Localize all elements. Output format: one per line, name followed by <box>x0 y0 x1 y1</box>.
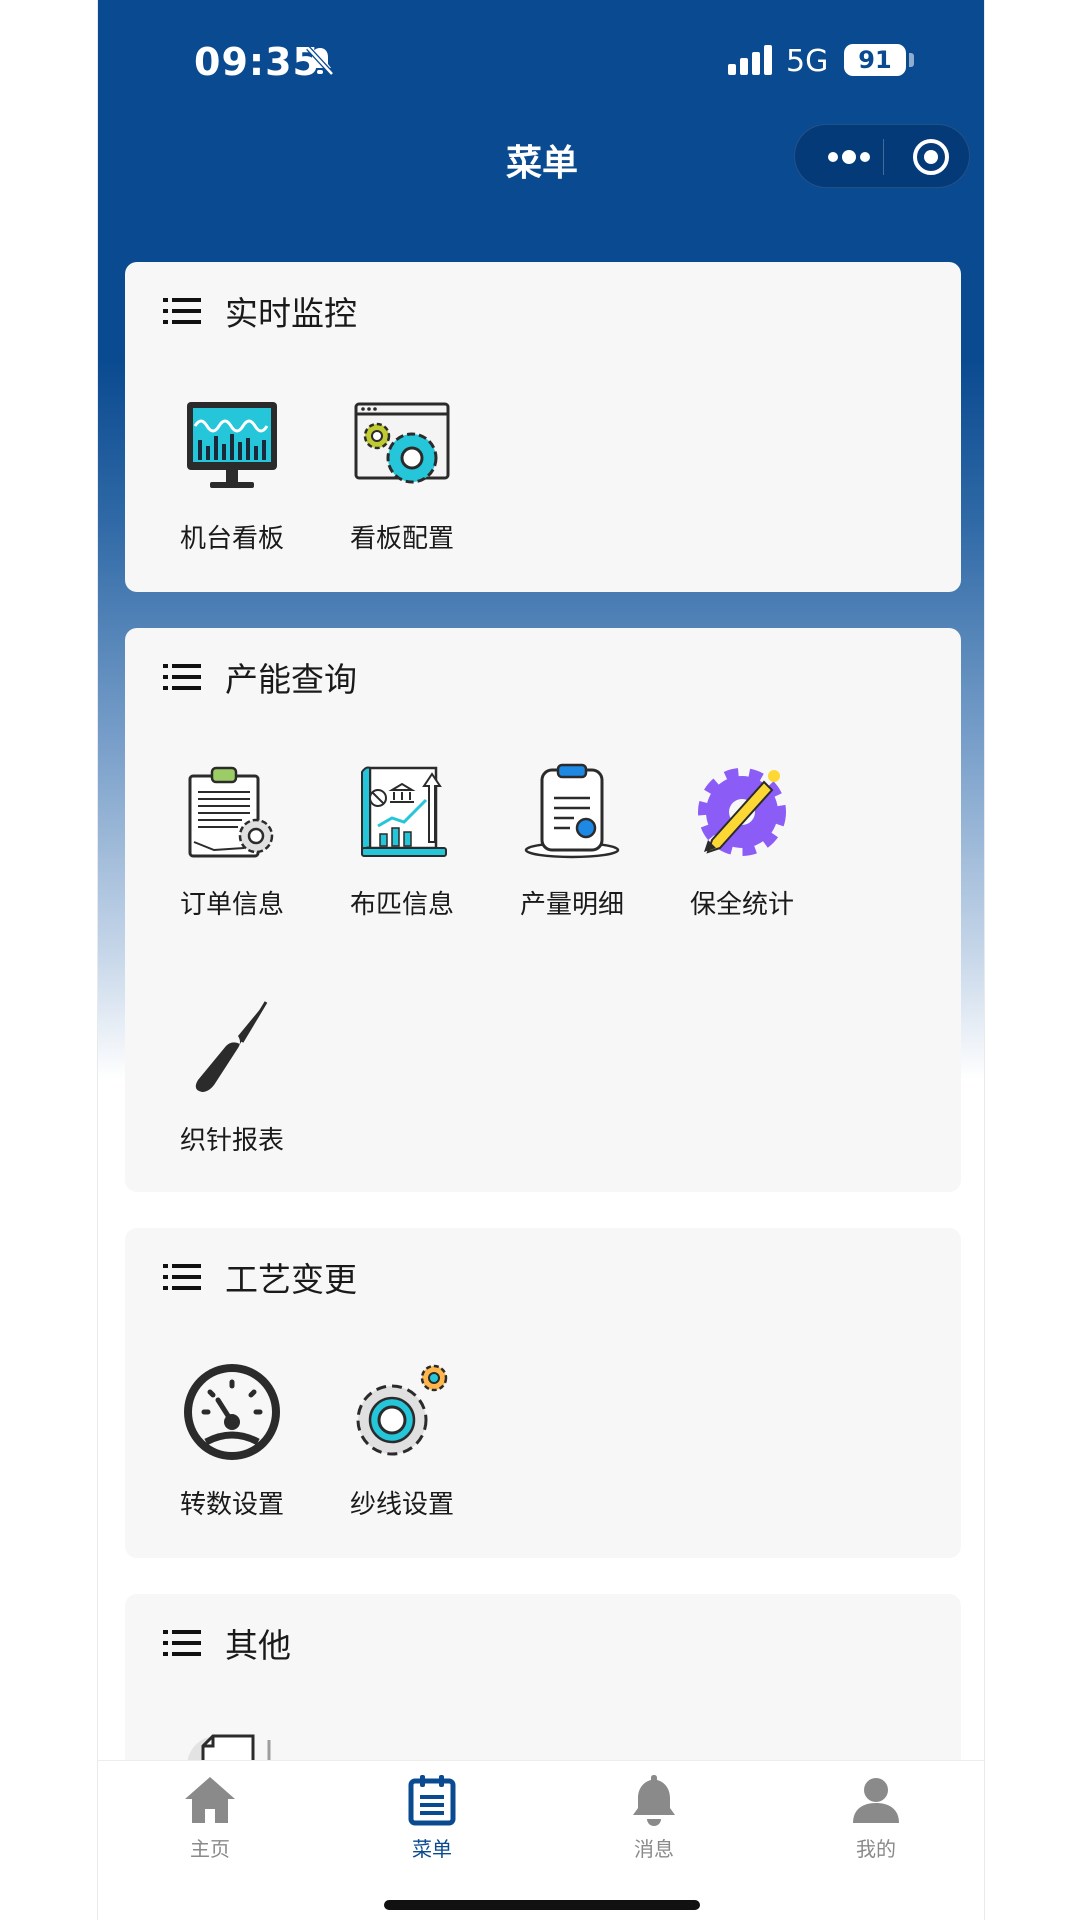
battery-level: 91 <box>844 44 906 76</box>
fabric-report-icon <box>361 766 447 857</box>
capsule-divider <box>883 139 884 175</box>
section-title: 工艺变更 <box>225 1260 357 1299</box>
status-bar: 09:35 5G 91 <box>98 0 984 120</box>
menu-item-speed-setting[interactable]: 转数设置 <box>152 1362 312 1521</box>
menu-calendar-icon <box>408 1775 456 1826</box>
menu-item-label: 布匹信息 <box>349 890 454 920</box>
close-target-icon[interactable] <box>899 125 963 189</box>
menu-item-label: 订单信息 <box>179 890 284 920</box>
section-process-change: 工艺变更 转数设置 纱线设置 <box>125 1228 961 1558</box>
menu-item-maintenance-stats[interactable]: 保全统计 <box>662 762 822 921</box>
list-icon <box>163 1630 201 1656</box>
list-icon <box>163 664 201 690</box>
section-capacity-query: 产能查询 订单信息 布匹信息 产量明细 保全统计 织针报表 <box>125 628 961 1192</box>
knitting-needle-icon <box>195 1001 268 1092</box>
section-header: 其他 <box>163 1620 291 1666</box>
menu-item-order-info[interactable]: 订单信息 <box>152 762 312 921</box>
menu-item-output-detail[interactable]: 产量明细 <box>492 762 652 921</box>
menu-item-machine-dashboard[interactable]: 机台看板 <box>152 396 312 555</box>
tab-label: 消息 <box>634 1837 674 1861</box>
list-icon <box>163 1264 201 1290</box>
tab-profile[interactable]: 我的 <box>796 1771 956 1862</box>
section-realtime-monitor: 实时监控 机台看板 看板配置 <box>125 262 961 592</box>
menu-item-label: 产量明细 <box>519 890 624 920</box>
tab-label: 主页 <box>190 1837 230 1861</box>
menu-item-label: 纱线设置 <box>349 1490 454 1520</box>
menu-item-label: 保全统计 <box>689 890 794 920</box>
section-header: 实时监控 <box>163 288 357 334</box>
menu-item-label: 看板配置 <box>349 524 454 554</box>
section-title: 其他 <box>225 1626 291 1665</box>
yarn-gear-icon <box>356 1364 448 1456</box>
miniprogram-capsule <box>794 124 970 188</box>
battery-tip <box>909 53 914 67</box>
network-type: 5G <box>786 44 829 79</box>
status-time: 09:35 <box>194 40 320 84</box>
bell-muted-icon <box>306 46 334 76</box>
maintenance-gear-icon <box>698 768 786 856</box>
signal-icon <box>728 45 772 75</box>
phone-screen: 09:35 5G 91 菜单 实时监控 机台看板 看板配置 产能查询 订单信息 … <box>97 0 985 1920</box>
menu-item-label: 转数设置 <box>179 1490 284 1520</box>
home-indicator <box>384 1900 700 1910</box>
tab-label: 菜单 <box>412 1837 452 1861</box>
home-icon <box>185 1777 235 1823</box>
tab-home[interactable]: 主页 <box>130 1771 290 1862</box>
tab-messages[interactable]: 消息 <box>574 1771 734 1862</box>
section-title: 产能查询 <box>225 660 357 699</box>
menu-item-fabric-info[interactable]: 布匹信息 <box>322 762 482 921</box>
machine-dashboard-icon <box>187 402 277 488</box>
menu-item-label: 织针报表 <box>179 1126 284 1156</box>
list-icon <box>163 298 201 324</box>
speedometer-icon <box>184 1364 280 1460</box>
menu-item-dashboard-config[interactable]: 看板配置 <box>322 396 482 555</box>
output-clipboard-icon <box>524 763 620 859</box>
bell-icon <box>633 1775 675 1826</box>
section-title: 实时监控 <box>225 294 357 333</box>
section-header: 工艺变更 <box>163 1254 357 1300</box>
dashboard-config-icon <box>354 402 450 484</box>
order-clipboard-icon <box>188 766 274 858</box>
user-icon <box>853 1778 899 1823</box>
menu-item-knitting-needle-report[interactable]: 织针报表 <box>152 998 312 1157</box>
tab-menu[interactable]: 菜单 <box>352 1771 512 1862</box>
menu-item-label: 机台看板 <box>179 524 284 554</box>
section-header: 产能查询 <box>163 654 357 700</box>
more-dots-icon[interactable] <box>813 125 883 189</box>
bottom-tab-bar: 主页 菜单 消息 我的 <box>98 1760 984 1920</box>
menu-item-yarn-setting[interactable]: 纱线设置 <box>322 1362 482 1521</box>
tab-label: 我的 <box>856 1837 896 1861</box>
